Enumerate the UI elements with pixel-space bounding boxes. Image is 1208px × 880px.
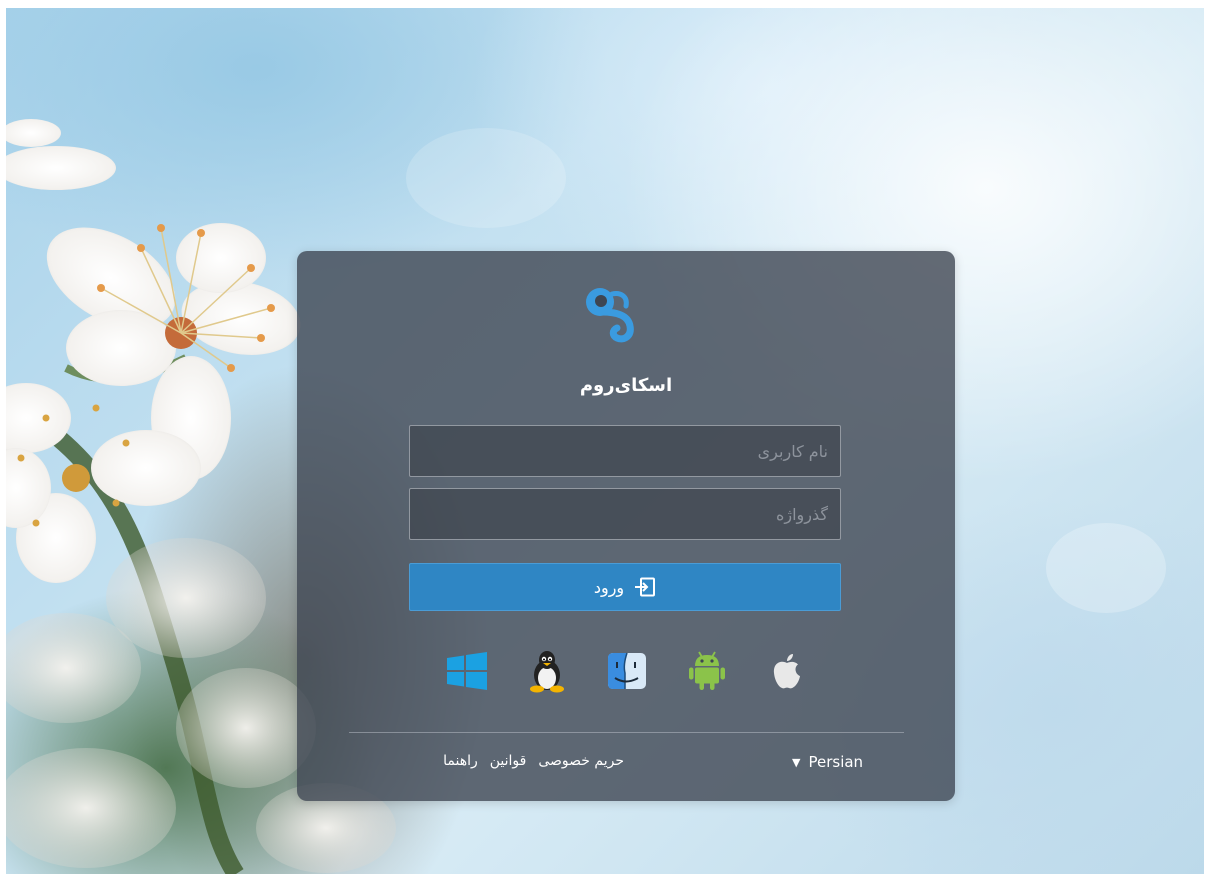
privacy-link[interactable]: حریم خصوصی xyxy=(538,753,624,769)
windows-icon xyxy=(447,652,487,690)
footer-divider xyxy=(349,732,904,733)
windows-download-button[interactable] xyxy=(445,649,489,693)
help-link[interactable]: راهنما xyxy=(443,753,478,769)
linux-icon xyxy=(530,651,564,693)
apple-icon xyxy=(773,654,800,689)
sign-in-icon xyxy=(634,577,656,597)
login-button[interactable]: ورود xyxy=(409,563,841,611)
android-icon xyxy=(689,651,725,690)
ios-download-button[interactable] xyxy=(765,649,809,693)
app-title: اسکای‌روم xyxy=(579,375,673,396)
linux-download-button[interactable] xyxy=(525,649,569,693)
language-select[interactable]: ▼ Persian xyxy=(792,753,863,771)
android-download-button[interactable] xyxy=(685,649,729,693)
skyroom-logo-icon xyxy=(584,284,638,344)
login-button-label: ورود xyxy=(593,577,625,597)
password-input[interactable] xyxy=(409,488,841,540)
background-photo: اسکای‌روم ورود xyxy=(6,8,1204,874)
terms-link[interactable]: قوانین xyxy=(490,753,527,769)
platform-downloads xyxy=(297,649,955,695)
login-card: اسکای‌روم ورود xyxy=(297,251,955,801)
finder-icon xyxy=(608,652,646,689)
caret-down-icon: ▼ xyxy=(792,755,801,769)
username-input[interactable] xyxy=(409,425,841,477)
mac-download-button[interactable] xyxy=(605,649,649,693)
footer-links: راهنما قوانین حریم خصوصی xyxy=(443,753,624,769)
language-label: Persian xyxy=(808,753,864,771)
